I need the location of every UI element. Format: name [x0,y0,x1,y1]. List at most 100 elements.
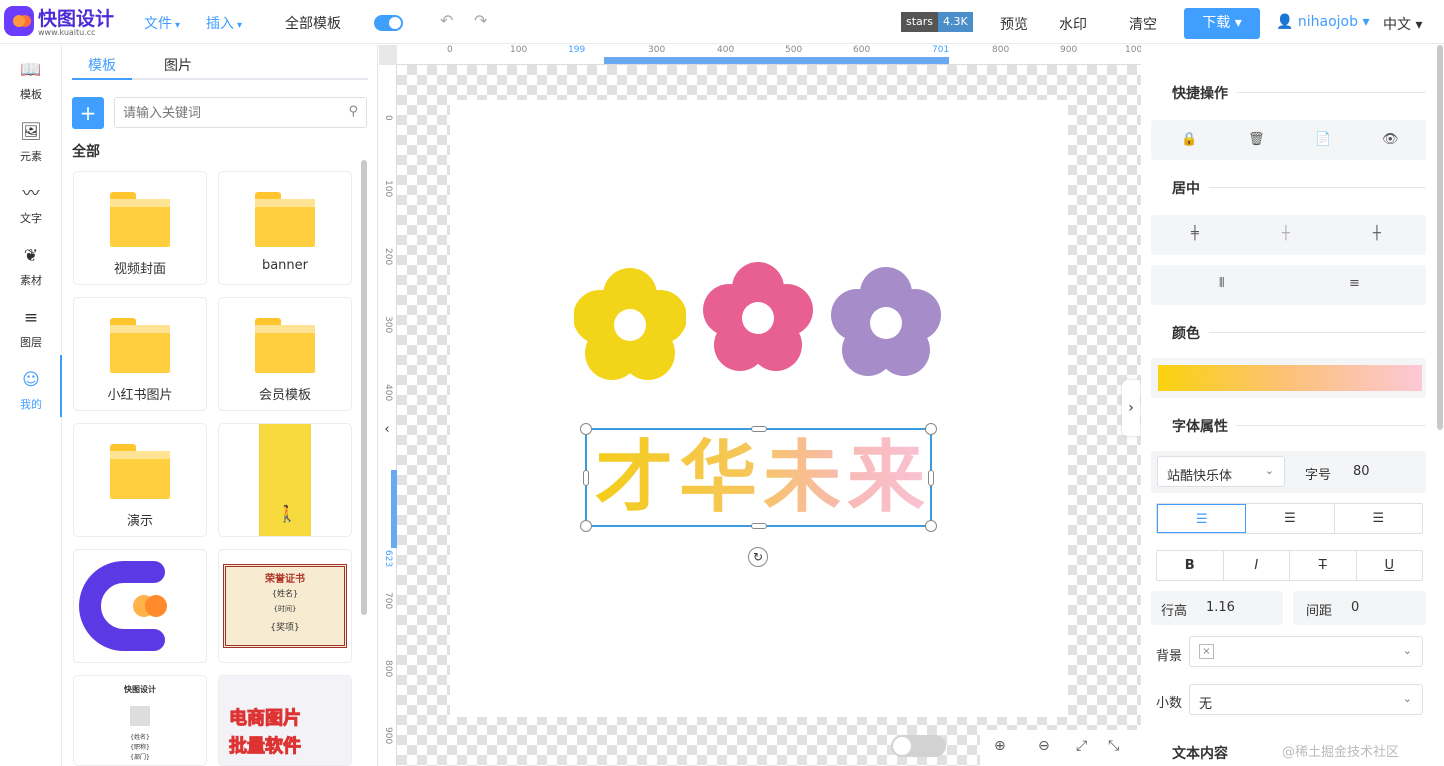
font-size-input[interactable]: 80 [1353,464,1370,479]
undo-icon[interactable]: ↶ [440,11,453,30]
resume-thumbnail[interactable]: 快图设计 {姓名} {职称} {部门} [73,675,207,766]
distribute-horizontal-icon[interactable]: ⫴ [1219,276,1224,291]
collapse-left-button[interactable]: ‹ [380,413,394,447]
purple-flower[interactable] [830,265,942,379]
nav-mine[interactable]: ☺ 我的 [0,363,62,419]
github-stars-badge[interactable]: stars 4.3K [901,12,973,32]
redo-icon[interactable]: ↷ [474,11,487,30]
resize-handle[interactable] [580,520,592,532]
folder-icon [110,318,170,373]
eye-icon[interactable]: 👁 [1382,132,1399,147]
canvas-toggle[interactable] [891,735,946,757]
panel-tabs: 模板 图片 [72,45,368,80]
tab-template[interactable]: 模板 [88,55,116,75]
mode-toggle[interactable] [374,15,403,31]
download-button[interactable]: 下载 ▾ [1184,8,1260,39]
spacing-input[interactable]: 0 [1351,600,1359,615]
line-height-input[interactable]: 1.16 [1206,600,1235,615]
ruler-tick: 600 [853,45,871,55]
nav-template[interactable]: 📖 模板 [0,53,62,109]
folder-card[interactable]: 会员模板 [218,297,352,411]
gradient-color-bar[interactable] [1158,365,1422,391]
template-thumbnail[interactable] [73,549,207,663]
canvas-text[interactable]: 才华未来 [595,434,931,522]
font-family-select[interactable]: 站酷快乐体 ⌄ [1157,456,1285,487]
distribute-vertical-icon[interactable]: ≡ [1349,276,1360,291]
nav-layers[interactable]: ≡ 图层 [0,301,62,357]
align-left-icon[interactable]: ☰ [1157,504,1247,533]
ruler-tick: 700 [383,592,393,610]
ruler-tick: 300 [383,316,393,334]
left-nav: 📖 模板 🖼 元素 〰 文字 ❦ 素材 ≡ 图层 ☺ 我的 [0,45,62,766]
italic-button[interactable]: I [1224,551,1290,580]
nav-elements[interactable]: 🖼 元素 [0,115,62,171]
folder-card[interactable]: banner [218,171,352,285]
center-title: 居中 [1172,181,1200,197]
panel-scrollbar[interactable] [1437,45,1443,430]
ruler-tick: 500 [785,45,803,55]
search-input[interactable] [123,104,333,122]
resize-handle[interactable] [925,423,937,435]
preview-button[interactable]: 预览 [1000,14,1028,34]
resize-handle[interactable] [583,470,589,486]
ecommerce-line2: 批量软件 [229,736,302,758]
yellow-flower[interactable] [574,265,686,383]
folder-icon [255,318,315,373]
panel-scrollbar[interactable] [361,160,367,615]
pink-flower[interactable] [702,260,814,374]
lock-icon[interactable]: 🔒 [1181,132,1197,147]
search-icon[interactable]: ⚲ [348,104,358,119]
ecommerce-line1: 电商图片 [229,708,302,730]
strikethrough-button[interactable]: T [1290,551,1357,580]
clear-button[interactable]: 清空 [1129,14,1157,34]
background-select[interactable]: × ⌄ [1189,636,1423,667]
logo-thumbnail [79,561,167,651]
all-templates-button[interactable]: 全部模板 [285,13,341,33]
zoom-out-icon[interactable]: ⊖ [1038,738,1050,754]
selected-text-element[interactable]: 才华未来 [580,423,937,532]
insert-menu[interactable]: 插入 ▾ [206,13,242,33]
fit-screen-icon[interactable]: ⤢ [1076,738,1087,754]
align-center-icon[interactable]: ☰ [1246,504,1335,533]
resize-handle[interactable] [928,470,934,486]
add-button[interactable]: + [72,97,104,129]
file-menu[interactable]: 文件 ▾ [144,13,180,33]
align-right-icon[interactable]: ☰ [1335,504,1422,533]
rotate-handle[interactable]: ↻ [748,547,768,567]
artboard[interactable] [450,100,1068,717]
folder-card[interactable]: 视频封面 [73,171,207,285]
trash-icon[interactable]: 🗑 [1248,132,1265,147]
underline-button[interactable]: U [1357,551,1423,580]
ruler-tick: 900 [383,727,393,745]
center-both-icon[interactable]: ┼ [1282,226,1290,241]
nav-materials[interactable]: ❦ 素材 [0,239,62,295]
zoom-in-icon[interactable]: ⊕ [994,738,1006,754]
copy-icon[interactable]: 📄 [1315,132,1331,147]
folder-label: 小红书图片 [107,388,173,403]
center-horizontal-icon[interactable]: ╪ [1191,226,1199,241]
folder-card[interactable]: 小红书图片 [73,297,207,411]
center-vertical-icon[interactable]: ┼ [1373,226,1381,241]
tab-image[interactable]: 图片 [164,55,192,75]
resize-handle[interactable] [580,423,592,435]
divider [1209,187,1426,188]
certificate-thumbnail[interactable]: 荣誉证书 {姓名} {时间} {奖项} [218,549,352,663]
watermark-button[interactable]: 水印 [1059,14,1087,34]
language-select[interactable]: 中文 ▾ [1383,14,1422,34]
ruler-selection-band [391,470,397,548]
user-menu[interactable]: 👤 nihaojob ▾ [1276,14,1370,30]
bold-button[interactable]: B [1157,551,1224,580]
nav-text[interactable]: 〰 文字 [0,177,62,233]
resize-handle[interactable] [925,520,937,532]
collapse-right-button[interactable]: › [1122,380,1140,436]
template-thumbnail[interactable]: 🚶 [218,423,352,537]
folder-card[interactable]: 演示 [73,423,207,537]
folder-icon [110,192,170,247]
actual-size-icon[interactable]: ⤡ [1108,738,1119,754]
ecommerce-thumbnail[interactable]: 电商图片 批量软件 [218,675,352,766]
resize-handle[interactable] [751,523,767,529]
ruler-selection-band [604,57,949,64]
decimal-select[interactable]: 无 ⌄ [1189,684,1423,715]
certificate-time: {时间} [273,605,297,613]
resize-handle[interactable] [751,426,767,432]
